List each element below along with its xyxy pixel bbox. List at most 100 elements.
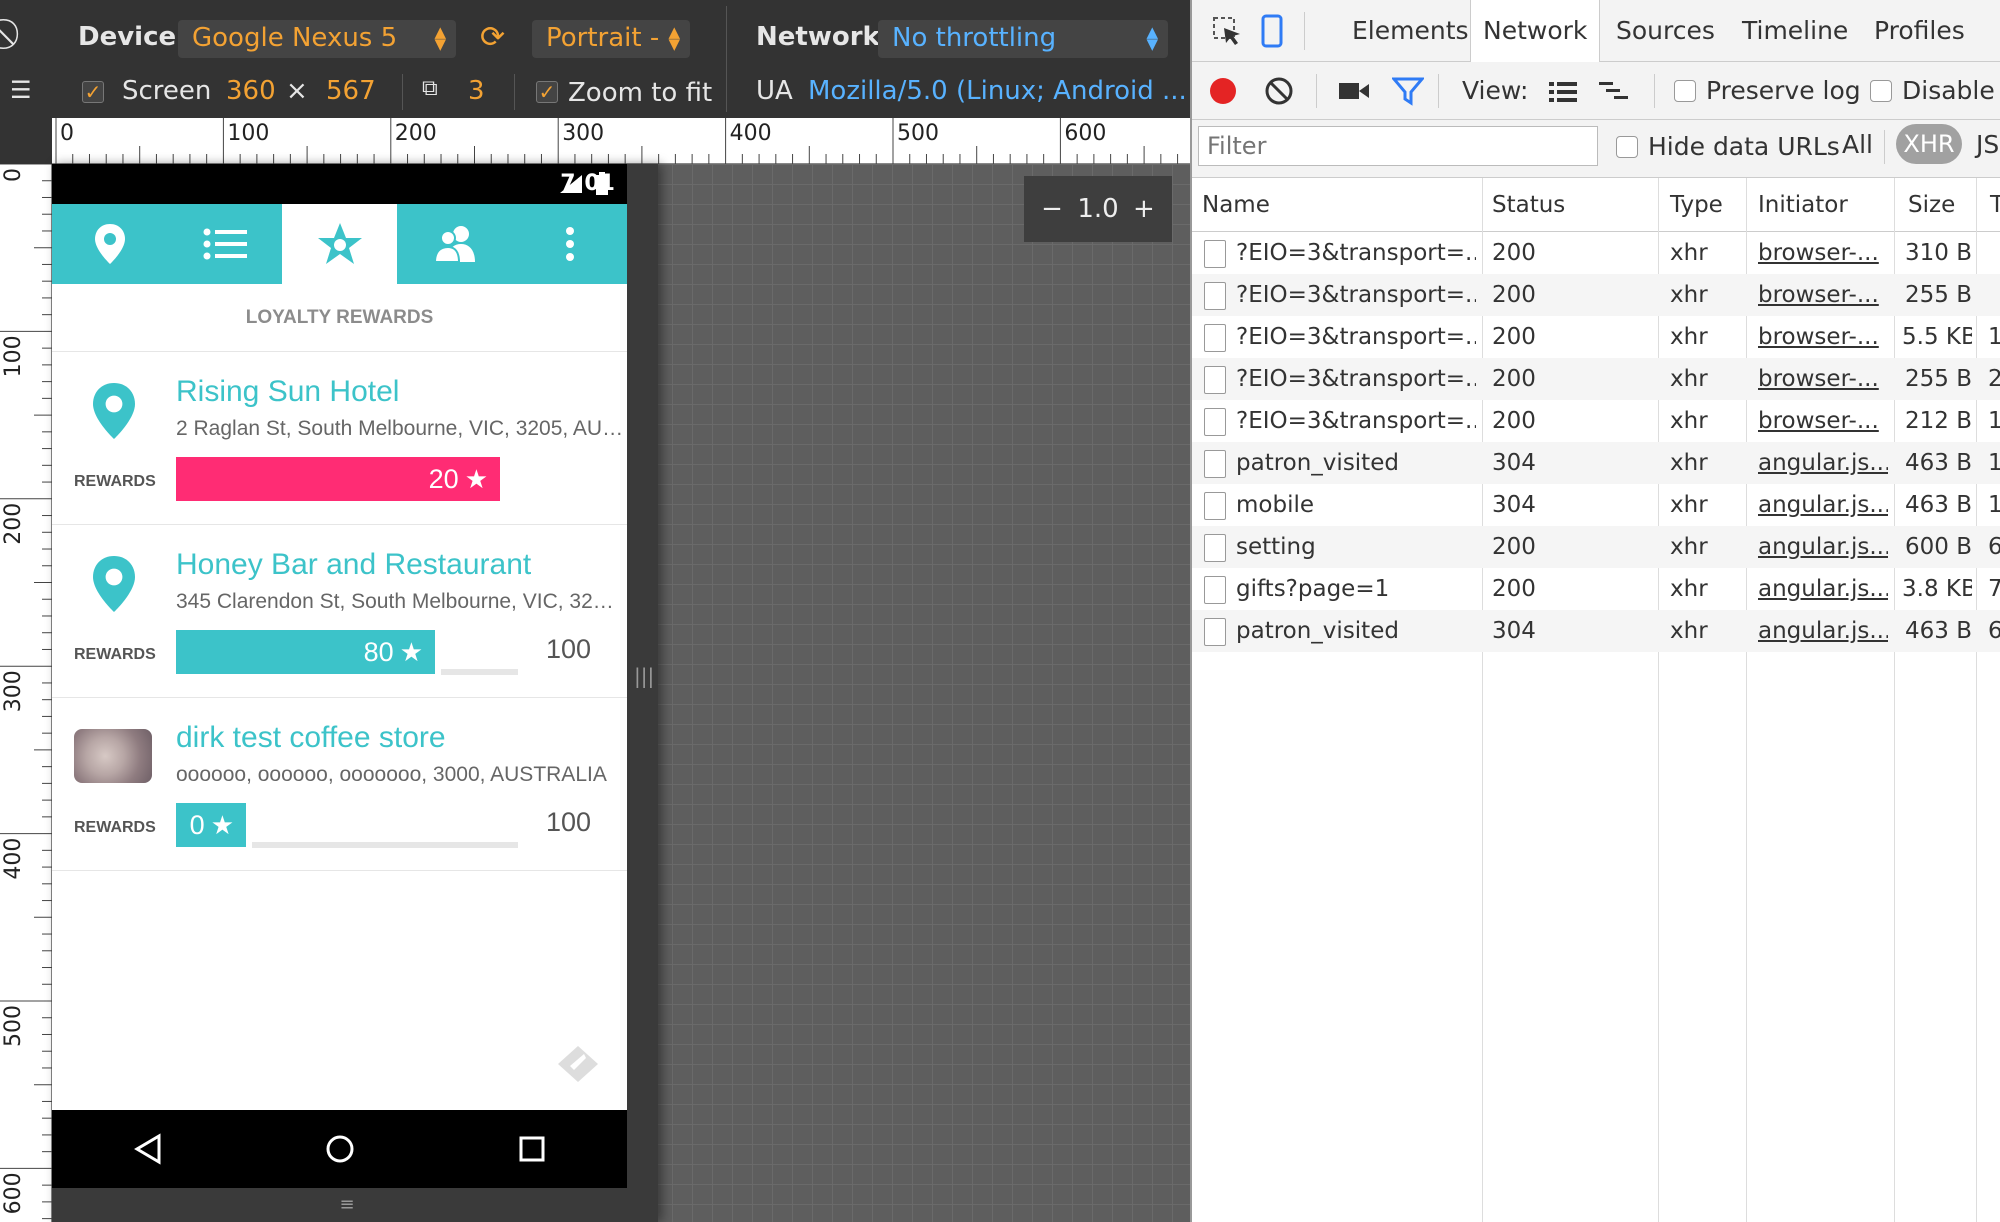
back-icon[interactable] [133,1133,163,1165]
filter-input[interactable] [1198,126,1598,166]
disable-cache-checkbox[interactable] [1870,80,1892,102]
tab-profiles[interactable]: Profiles [1862,0,1977,62]
rotate-icon[interactable]: ⟳ [480,20,505,55]
zoom-to-fit-checkbox[interactable]: ✓ [536,81,558,103]
nav-tab-list[interactable] [167,204,282,284]
zoom-in-button[interactable]: + [1133,194,1155,224]
orientation-select[interactable]: Portrait - ▲ ▼ [532,20,690,58]
network-throttle-select[interactable]: No throttling ▲ ▼ [878,20,1168,58]
overview-icon[interactable] [1598,80,1630,104]
column-type[interactable]: Type [1670,178,1723,232]
nav-tab-people[interactable] [397,204,512,284]
reward-name[interactable]: dirk test coffee store [176,721,446,755]
disable-cache-label: Disable c [1902,76,2000,105]
reward-name[interactable]: Honey Bar and Restaurant [176,548,531,582]
network-request-row[interactable]: mobile 304 xhr angular.js... 463 B 1 [1192,484,2000,526]
network-request-row[interactable]: gifts?page=1 200 xhr angular.js... 3.8 KB 7 [1192,568,2000,610]
filter-icon[interactable] [1392,76,1424,106]
reward-max-points: 100 [545,634,591,664]
network-request-row[interactable]: ?EIO=3&transport=... 200 xhr browser-... 255… [1192,274,2000,316]
reward-item[interactable]: dirk test coffee store oooooo, oooooo, oo… [52,699,627,871]
request-initiator[interactable]: browser-... [1758,232,1888,274]
document-icon [1204,450,1226,478]
device-pixel-ratio-input[interactable]: 3 [468,76,485,106]
network-request-row[interactable]: ?EIO=3&transport=... 200 xhr browser-... 255… [1192,358,2000,400]
network-request-row[interactable]: patron_visited 304 xhr angular.js... 463 B 6 [1192,610,2000,652]
filter-xhr[interactable]: XHR [1896,124,1962,164]
request-status: 200 [1492,408,1536,434]
nav-tab-more[interactable] [512,204,627,284]
column-name[interactable]: Name [1202,178,1270,232]
tab-resources[interactable]: R [1986,0,2000,62]
star-icon: ★ [210,809,234,840]
zoom-out-button[interactable]: − [1041,194,1063,224]
request-initiator[interactable]: browser-... [1758,316,1888,358]
network-request-row[interactable]: patron_visited 304 xhr angular.js... 463 B 1 [1192,442,2000,484]
nav-tab-locations[interactable] [52,204,167,284]
column-time[interactable]: T [1990,178,2000,232]
request-initiator[interactable]: angular.js... [1758,442,1888,484]
tab-elements[interactable]: Elements [1340,0,1481,62]
request-status: 304 [1492,450,1536,476]
screen-checkbox[interactable]: ✓ [82,81,104,103]
request-name: ?EIO=3&transport=... [1236,408,1476,434]
request-time: 1 [1988,408,2000,434]
hide-data-urls-checkbox[interactable] [1616,136,1638,158]
screenshot-capture-icon[interactable] [1338,80,1370,102]
resize-handle-horizontal[interactable]: ≡ [332,1194,362,1215]
preserve-log-checkbox[interactable] [1674,80,1696,102]
network-request-row[interactable]: ?EIO=3&transport=... 200 xhr browser-... 310… [1192,232,2000,274]
request-initiator[interactable]: angular.js... [1758,484,1888,526]
request-initiator[interactable]: browser-... [1758,274,1888,316]
nav-tab-rewards[interactable] [282,204,397,284]
request-initiator[interactable]: angular.js... [1758,568,1888,610]
feedback-icon[interactable] [556,1044,600,1084]
reward-item[interactable]: Rising Sun Hotel 2 Raglan St, South Melbo… [52,353,627,525]
device-mode-icon[interactable] [1260,14,1284,48]
tab-network[interactable]: Network [1470,0,1601,63]
media-query-icon[interactable]: ☰ [10,76,32,104]
screen-width-input[interactable]: 360 [226,76,276,106]
hide-data-urls-label: Hide data URLs [1648,132,1840,161]
device-emulator: ⃠ Device Google Nexus 5 ▲▼ ⟳ Portrait - … [0,0,1190,1222]
request-size: 3.8 KB [1902,576,1972,602]
network-request-row[interactable]: ?EIO=3&transport=... 200 xhr browser-... 212… [1192,400,2000,442]
request-status: 200 [1492,282,1536,308]
filter-js[interactable]: JS [1976,130,1999,159]
request-status: 200 [1492,324,1536,350]
home-icon[interactable] [324,1133,356,1165]
device-select[interactable]: Google Nexus 5 ▲ ▼ [178,20,456,58]
request-initiator[interactable]: angular.js... [1758,526,1888,568]
tab-timeline[interactable]: Timeline [1730,0,1860,62]
request-type: xhr [1670,576,1708,602]
inspect-element-icon[interactable] [1212,16,1242,46]
recents-icon[interactable] [517,1134,547,1164]
network-request-row[interactable]: setting 200 xhr angular.js... 600 B 6 [1192,526,2000,568]
request-name: ?EIO=3&transport=... [1236,366,1476,392]
reward-address: oooooo, oooooo, ooooooo, 3000, AUSTRALIA [176,763,607,786]
reward-name[interactable]: Rising Sun Hotel [176,375,399,409]
request-initiator[interactable]: angular.js... [1758,610,1888,652]
preserve-log-label: Preserve log [1706,76,1861,105]
column-initiator[interactable]: Initiator [1758,178,1848,232]
record-icon[interactable] [1208,76,1238,106]
ruler-label: 100 [1,335,26,377]
request-type: xhr [1670,240,1708,266]
request-initiator[interactable]: browser-... [1758,400,1888,442]
resize-handle-vertical[interactable]: ||| [634,664,654,692]
star-icon: ★ [464,463,488,494]
user-agent-input[interactable]: Mozilla/5.0 (Linux; Android ... [808,76,1187,106]
screen-height-input[interactable]: 567 [326,76,376,106]
request-size: 600 B [1905,534,1972,560]
large-rows-icon[interactable] [1548,80,1578,104]
filter-all[interactable]: All [1842,130,1873,159]
column-status[interactable]: Status [1492,178,1565,232]
request-initiator[interactable]: browser-... [1758,358,1888,400]
clear-icon[interactable] [1264,76,1294,106]
network-request-row[interactable]: ?EIO=3&transport=... 200 xhr browser-... 5.5… [1192,316,2000,358]
request-size: 463 B [1905,450,1972,476]
request-size: 5.5 KB [1902,324,1972,350]
column-size[interactable]: Size [1908,178,1955,232]
reward-item[interactable]: Honey Bar and Restaurant 345 Clarendon St… [52,526,627,698]
tab-sources[interactable]: Sources [1604,0,1727,62]
